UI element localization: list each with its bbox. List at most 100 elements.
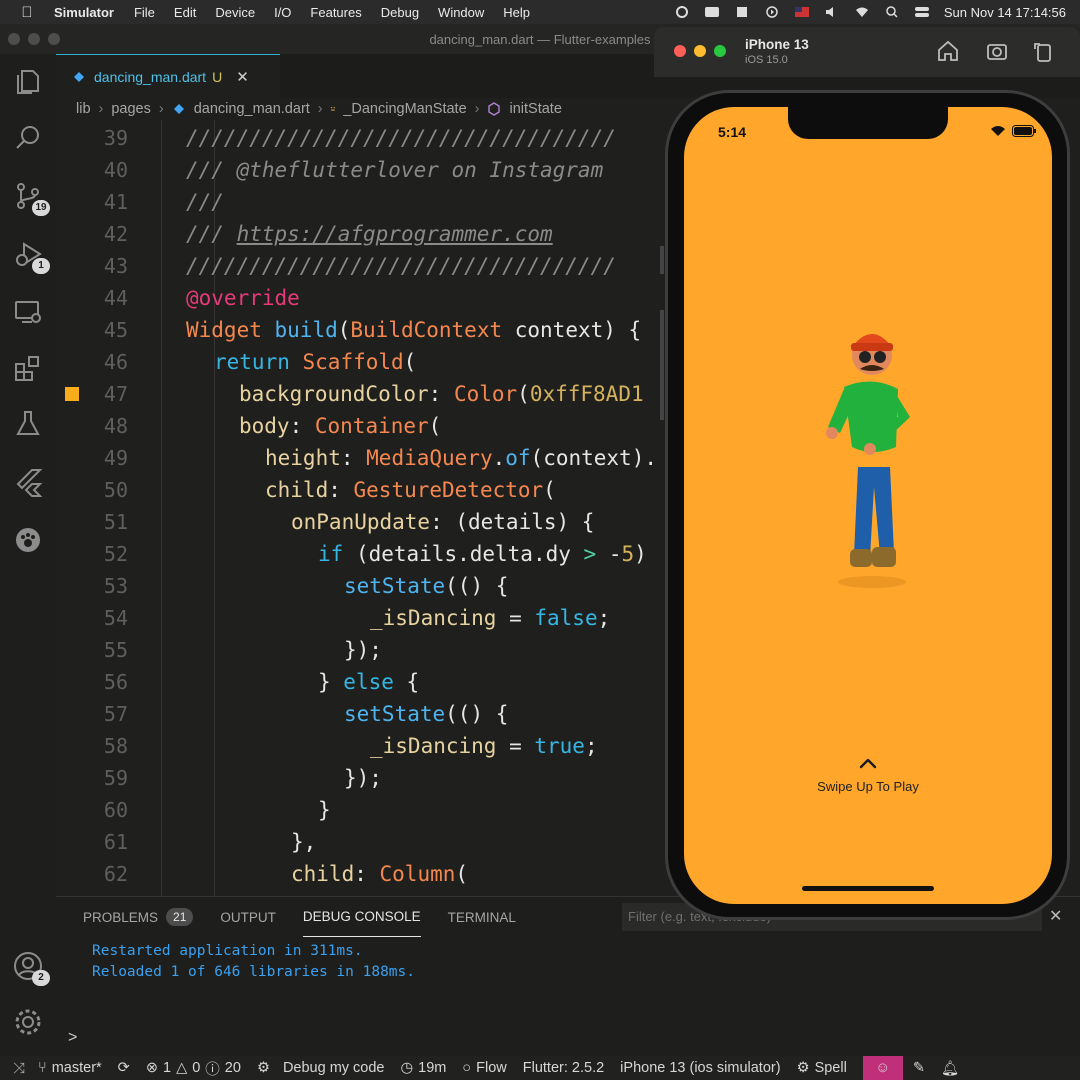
- accounts-icon[interactable]: 2: [12, 950, 50, 986]
- menu-window[interactable]: Window: [438, 5, 484, 20]
- keyword-token: if: [318, 542, 344, 566]
- search-icon[interactable]: [884, 6, 900, 18]
- tab-terminal[interactable]: TERMINAL: [448, 897, 516, 937]
- extensions-icon[interactable]: [12, 352, 44, 384]
- punct-token: :: [340, 446, 367, 470]
- session-time[interactable]: ◷ 19m: [401, 1060, 447, 1076]
- explorer-icon[interactable]: [12, 66, 44, 98]
- breadcrumb-class[interactable]: _DancingManState: [343, 101, 466, 117]
- menu-device[interactable]: Device: [215, 5, 255, 20]
- tab-problems-label: PROBLEMS: [83, 909, 159, 925]
- source-control-icon[interactable]: 19: [12, 180, 50, 216]
- flag-us-icon[interactable]: [794, 6, 810, 18]
- settings-gear-icon[interactable]: [12, 1006, 44, 1038]
- flutter-icon[interactable]: [12, 466, 44, 498]
- menu-edit[interactable]: Edit: [174, 5, 196, 20]
- menu-app-name[interactable]: Simulator: [54, 5, 114, 20]
- remote-explorer-icon[interactable]: [12, 296, 44, 328]
- code-line: }: [318, 794, 331, 826]
- problems-summary[interactable]: ⊗ 1 △ 0 ⓘ 20: [146, 1058, 241, 1079]
- sim-minimize-button[interactable]: [694, 45, 706, 57]
- close-panel-icon[interactable]: ✕: [1049, 906, 1062, 926]
- punct-token: :: [428, 382, 454, 406]
- remote-indicator-icon[interactable]: ⤨: [0, 1056, 38, 1080]
- spell-label: Spell: [814, 1060, 847, 1076]
- git-branch[interactable]: ⑂ master*: [38, 1060, 102, 1076]
- chevron-right-icon: ›: [317, 101, 323, 117]
- breadcrumb-lib[interactable]: lib: [76, 101, 91, 117]
- copilot-icon[interactable]: ☺: [862, 1056, 903, 1080]
- menu-help[interactable]: Help: [503, 5, 530, 20]
- wifi-icon[interactable]: [854, 6, 870, 18]
- line-number: 50: [103, 478, 128, 502]
- feedback-icon[interactable]: ✎: [913, 1060, 925, 1076]
- comment-link[interactable]: https://afgprogrammer.com: [237, 222, 553, 246]
- sync-icon[interactable]: ⟳: [118, 1060, 130, 1076]
- dancing-man-illustration[interactable]: [814, 317, 924, 592]
- punct-token: :: [289, 414, 315, 438]
- debug-badge: 1: [32, 258, 50, 274]
- plain-token: (context).: [530, 446, 657, 470]
- console-prompt[interactable]: >: [68, 1029, 77, 1047]
- type-token: Container: [314, 414, 429, 438]
- menu-io[interactable]: I/O: [274, 5, 291, 20]
- volume-icon[interactable]: [824, 6, 840, 18]
- home-indicator[interactable]: [802, 886, 934, 891]
- status-bar: ⤨ ⑂ master* ⟳ ⊗ 1 △ 0 ⓘ 20 ⚙ Debug my code ◷ 1…: [0, 1056, 1080, 1080]
- punct-token: (: [517, 382, 530, 406]
- chevron-up-icon: [859, 758, 877, 769]
- number-token: 0xffF8AD1: [529, 382, 644, 406]
- session-time-label: 19m: [418, 1060, 447, 1076]
- flow-status[interactable]: ○ Flow: [462, 1060, 506, 1076]
- breadcrumb-file[interactable]: dancing_man.dart: [194, 101, 310, 117]
- testing-icon[interactable]: [12, 408, 44, 440]
- menu-debug[interactable]: Debug: [381, 5, 419, 20]
- dropbox-icon[interactable]: [734, 6, 750, 18]
- menu-clock[interactable]: Sun Nov 14 17:14:56: [944, 5, 1066, 20]
- tab-debug-console[interactable]: DEBUG CONSOLE: [302, 897, 421, 937]
- color-swatch[interactable]: [65, 387, 79, 401]
- punct-token: (: [543, 478, 556, 502]
- menu-features[interactable]: Features: [310, 5, 361, 20]
- run-debug-icon[interactable]: 1: [12, 238, 50, 274]
- breadcrumb-pages[interactable]: pages: [111, 101, 151, 117]
- breadcrumb-method[interactable]: initState: [509, 101, 561, 117]
- apple-icon[interactable]: : [18, 4, 36, 21]
- console-line: Reloaded 1 of 646 libraries in 188ms.: [92, 964, 416, 980]
- control-center-icon[interactable]: [914, 6, 930, 18]
- dart-file-icon: [74, 71, 84, 82]
- punct-token: :: [354, 862, 380, 886]
- spell-check[interactable]: ⚙ Spell: [797, 1060, 847, 1076]
- branch-label: master*: [51, 1060, 102, 1076]
- tab-problems[interactable]: PROBLEMS 21: [83, 897, 194, 937]
- tab-dancing-man[interactable]: dancing_man.dart U ✕: [56, 54, 280, 98]
- menu-file[interactable]: File: [134, 5, 155, 20]
- keyboard-icon[interactable]: [704, 6, 720, 18]
- app-screen[interactable]: 5:14 Swipe Up To Play: [684, 107, 1052, 904]
- code-editor[interactable]: 39 ////////////////////////////////// 40 /…: [56, 120, 666, 896]
- punct-token: ;: [584, 734, 598, 758]
- play-icon[interactable]: [764, 6, 780, 18]
- tab-output[interactable]: OUTPUT: [220, 897, 276, 937]
- debug-launch[interactable]: ⚙ Debug my code: [257, 1060, 385, 1076]
- line-number: 52: [103, 542, 128, 566]
- sim-maximize-button[interactable]: [714, 45, 726, 57]
- search-icon[interactable]: [12, 122, 44, 154]
- device-selector[interactable]: iPhone 13 (ios simulator): [620, 1060, 780, 1076]
- sim-close-button[interactable]: [674, 45, 686, 57]
- punct-token: ): [634, 542, 647, 566]
- creative-cloud-icon[interactable]: [674, 6, 690, 18]
- gear-icon: ⚙: [796, 1060, 810, 1076]
- flutter-version[interactable]: Flutter: 2.5.2: [523, 1060, 604, 1076]
- line-number: 45: [103, 318, 128, 342]
- paw-icon[interactable]: [12, 524, 44, 556]
- home-icon[interactable]: [936, 39, 960, 63]
- code-line: @override: [186, 282, 300, 314]
- notifications-bell-icon[interactable]: 🔔︎: [941, 1060, 959, 1077]
- close-tab-icon[interactable]: ✕: [236, 68, 249, 86]
- activity-bar: 19 1 2: [0, 54, 56, 1056]
- line-number: 44: [103, 286, 128, 310]
- screenshot-icon[interactable]: [985, 39, 1009, 63]
- rotate-icon[interactable]: [1031, 39, 1055, 63]
- line-number: 58: [103, 734, 128, 758]
